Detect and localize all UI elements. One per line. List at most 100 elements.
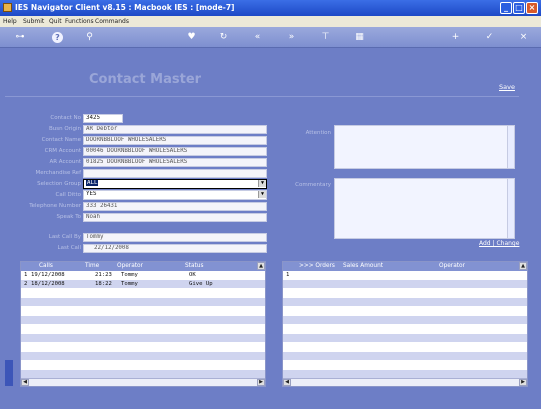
check-icon[interactable]: ✓ (484, 32, 495, 43)
table-row (21, 334, 265, 342)
call-status: OK (189, 272, 196, 278)
scroll-right-button[interactable]: ▶ (519, 379, 527, 386)
scroll-right-button[interactable]: ▶ (257, 379, 265, 386)
table-row (283, 370, 527, 378)
minimize-button[interactable]: _ (500, 2, 512, 14)
maximize-button[interactable]: □ (513, 2, 525, 14)
page-title: Contact Master (89, 72, 202, 87)
ar-account-field[interactable]: 01825 DOORNBBLOOF WHOLESALERS (83, 158, 267, 167)
heart-icon[interactable]: ♥ (186, 32, 197, 43)
vertical-scrollbar[interactable] (507, 126, 514, 168)
chevron-down-icon[interactable]: ▼ (258, 191, 266, 198)
last-call-by-field[interactable]: Tommy (83, 233, 267, 242)
telephone-field[interactable]: 333 26431 (83, 202, 267, 211)
table-row (21, 298, 265, 306)
orders-grid: >>> Orders Sales Amount Operator ▲ 1 ◀ ▶ (282, 261, 528, 387)
table-row (283, 334, 527, 342)
calls-grid: Calls Time Operator Status ▲ 1 19/12/200… (20, 261, 266, 387)
call-date: 18/12/2008 (31, 281, 65, 287)
table-row (283, 316, 527, 324)
key-icon[interactable]: ⊶ (10, 32, 30, 43)
app-icon (3, 3, 12, 12)
call-operator: Tommy (121, 272, 138, 278)
call-time: 21:23 (95, 272, 112, 278)
side-panel-tab[interactable] (5, 360, 13, 386)
selection-group-label: Selection Group (37, 181, 81, 187)
contact-name-label: Contact Name (41, 137, 81, 143)
window-title: IES Navigator Client v8.15 : Macbook IES… (15, 3, 235, 12)
attention-textarea[interactable] (334, 125, 515, 169)
calls-grid-header: Calls Time Operator Status (21, 262, 265, 271)
speak-to-field[interactable]: Noah (83, 213, 267, 222)
status-strip (0, 399, 541, 409)
col-time: Time (85, 263, 100, 269)
selection-group-select[interactable]: ALL ▼ (83, 179, 267, 189)
merchandise-ref-field[interactable] (83, 169, 267, 178)
commentary-label: Commentary (295, 182, 331, 188)
table-row (283, 280, 527, 288)
contact-no-label: Contact No (50, 115, 81, 121)
scroll-left-button[interactable]: ◀ (283, 379, 291, 386)
attention-label: Attention (305, 130, 331, 136)
add-change-link[interactable]: Add | Change (479, 240, 519, 247)
title-bar: IES Navigator Client v8.15 : Macbook IES… (0, 0, 541, 16)
last-call-by-label: Last Call By (48, 234, 81, 240)
help-icon[interactable]: ? (52, 32, 63, 43)
menu-commands[interactable]: Commands (95, 18, 129, 25)
contact-master-form: Contact Master Save Contact No Busn Orig… (5, 48, 536, 258)
save-link[interactable]: Save (499, 83, 515, 91)
horizontal-scrollbar[interactable]: ◀ ▶ (283, 378, 527, 386)
col-status: Status (185, 263, 204, 269)
call-ditto-value: YES (86, 191, 97, 197)
vertical-scrollbar[interactable] (507, 179, 514, 238)
filter-icon[interactable]: ⊤ (320, 32, 331, 43)
horizontal-scrollbar[interactable]: ◀ ▶ (21, 378, 265, 386)
refresh-icon[interactable]: ↻ (218, 32, 229, 43)
col-operator: Operator (439, 263, 465, 269)
title-divider (5, 96, 519, 97)
menu-bar: Help Submit Quit Functions Commands (0, 16, 541, 27)
search-icon[interactable]: ⚲ (84, 32, 95, 43)
table-row[interactable]: 1 (283, 271, 527, 279)
add-icon[interactable]: + (450, 32, 461, 43)
table-row[interactable]: 2 18/12/2008 18:22 Tommy Give Up (21, 280, 265, 288)
last-call-label: Last Call (57, 245, 81, 251)
call-date: 19/12/2008 (31, 272, 65, 278)
contact-name-field[interactable]: DOORNBBLOOF WHOLESALERS (83, 136, 267, 145)
call-status: Give Up (189, 281, 213, 287)
menu-quit[interactable]: Quit (49, 18, 62, 25)
crm-account-field[interactable]: 00046 DOORNBBLOOF WHOLESALERS (83, 147, 267, 156)
menu-functions[interactable]: Functions (65, 18, 94, 25)
selection-group-value: ALL (86, 180, 99, 186)
scroll-left-button[interactable]: ◀ (21, 379, 29, 386)
col-orders: >>> Orders (299, 263, 335, 269)
close-window-button[interactable]: × (526, 2, 538, 14)
close-icon[interactable]: × (518, 32, 529, 43)
table-row[interactable]: 1 19/12/2008 21:23 Tommy OK (21, 271, 265, 279)
last-call-field[interactable]: 22/12/2008 (83, 244, 267, 253)
table-row (21, 370, 265, 378)
menu-submit[interactable]: Submit (23, 18, 44, 25)
call-ditto-select[interactable]: YES ▼ (83, 190, 267, 200)
call-ditto-label: Call Ditto (55, 192, 81, 198)
menu-help[interactable]: Help (3, 18, 17, 25)
call-operator: Tommy (121, 281, 138, 287)
grid-icon[interactable]: ▦ (354, 32, 365, 43)
telephone-label: Telephone Number (29, 203, 81, 209)
bus-origin-field[interactable]: AR Debtor (83, 125, 267, 134)
commentary-textarea[interactable] (334, 178, 515, 239)
row-number: 2 (24, 281, 28, 287)
table-row (21, 352, 265, 360)
rewind-icon[interactable]: « (252, 32, 263, 43)
scroll-up-button[interactable]: ▲ (257, 262, 265, 270)
row-number: 1 (24, 272, 28, 278)
col-sales-amount: Sales Amount (343, 263, 384, 269)
table-row (283, 298, 527, 306)
table-row (21, 316, 265, 324)
fast-forward-icon[interactable]: » (286, 32, 297, 43)
scroll-up-button[interactable]: ▲ (519, 262, 527, 270)
contact-no-field[interactable]: 3425 (83, 114, 123, 123)
ar-account-label: AR Account (49, 159, 81, 165)
toolbar: ⊶ ? ⚲ ♥ ↻ « » ⊤ ▦ + ✓ × (0, 27, 541, 48)
table-row (283, 352, 527, 360)
